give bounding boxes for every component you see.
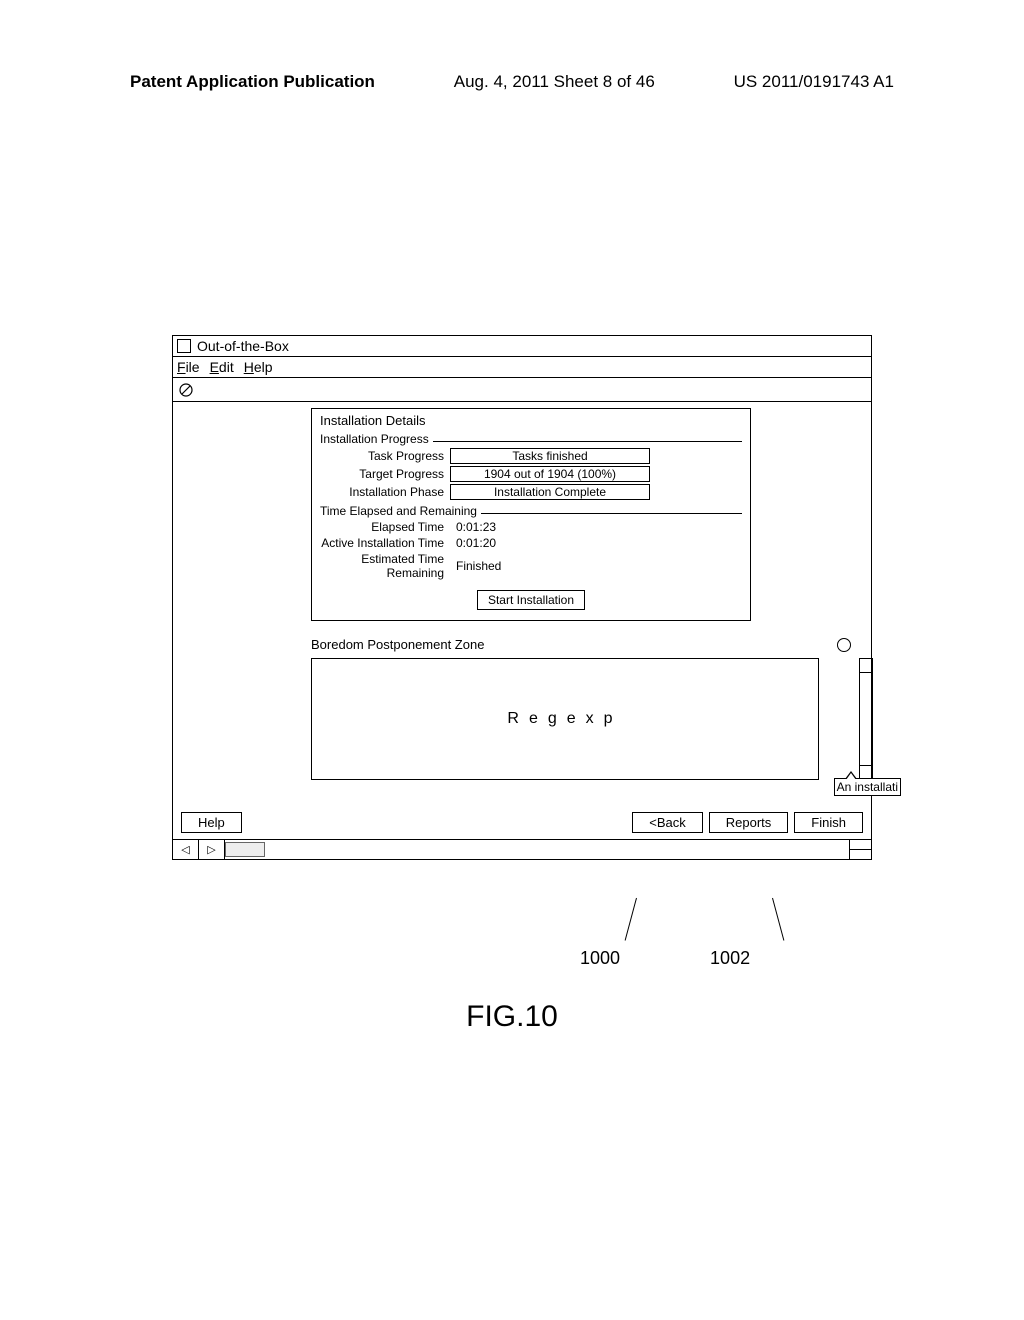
scroll-track[interactable] bbox=[860, 673, 872, 765]
boredom-header-label: Boredom Postponement Zone bbox=[311, 637, 484, 652]
status-bar: ◁ ▷ bbox=[173, 839, 871, 859]
menu-edit[interactable]: Edit bbox=[210, 359, 234, 375]
menu-file[interactable]: File bbox=[177, 359, 200, 375]
status-prev-button[interactable]: ◁ bbox=[173, 840, 199, 859]
target-progress-value: 1904 out of 1904 (100%) bbox=[450, 466, 650, 482]
content-area: Installation Details Installation Progre… bbox=[173, 402, 871, 788]
callout-1000: 1000 bbox=[580, 948, 620, 969]
status-corner-bot[interactable] bbox=[850, 850, 871, 859]
scroll-down-icon[interactable] bbox=[860, 765, 872, 779]
menu-help[interactable]: Help bbox=[244, 359, 273, 375]
window-title: Out-of-the-Box bbox=[197, 338, 289, 354]
task-progress-label: Task Progress bbox=[320, 449, 450, 463]
help-button[interactable]: Help bbox=[181, 812, 242, 833]
legend-line bbox=[433, 441, 742, 442]
panel-title: Installation Details bbox=[320, 413, 742, 428]
active-value: 0:01:20 bbox=[450, 536, 496, 550]
legend-line bbox=[481, 513, 742, 514]
status-scroll-thumb[interactable] bbox=[225, 842, 265, 857]
remaining-label: Estimated Time Remaining bbox=[320, 552, 450, 580]
phase-value: Installation Complete bbox=[450, 484, 650, 500]
status-next-button[interactable]: ▷ bbox=[199, 840, 225, 859]
tooltip: An installati bbox=[834, 778, 901, 796]
header-center: Aug. 4, 2011 Sheet 8 of 46 bbox=[454, 72, 655, 92]
page-header: Patent Application Publication Aug. 4, 2… bbox=[0, 72, 1024, 92]
task-progress-value: Tasks finished bbox=[450, 448, 650, 464]
boredom-content-text: Regexp bbox=[507, 710, 622, 728]
target-progress-label: Target Progress bbox=[320, 467, 450, 481]
phase-label: Installation Phase bbox=[320, 485, 450, 499]
boredom-circle-icon[interactable] bbox=[837, 638, 851, 652]
toolbar bbox=[173, 378, 871, 402]
boredom-section: Boredom Postponement Zone Regexp An inst… bbox=[311, 637, 851, 780]
boredom-scrollbar[interactable] bbox=[859, 658, 873, 780]
callouts: 1000 1002 bbox=[580, 948, 750, 969]
installation-details-panel: Installation Details Installation Progre… bbox=[311, 408, 751, 621]
start-installation-button[interactable]: Start Installation bbox=[477, 590, 585, 610]
window-icon[interactable] bbox=[177, 339, 191, 353]
status-corner bbox=[849, 840, 871, 859]
scroll-up-icon[interactable] bbox=[860, 659, 872, 673]
callout-line bbox=[625, 898, 637, 941]
reports-button[interactable]: Reports bbox=[709, 812, 789, 833]
figure-label: FIG.10 bbox=[0, 1000, 1024, 1034]
boredom-content-box: Regexp bbox=[311, 658, 819, 780]
elapsed-value: 0:01:23 bbox=[450, 520, 496, 534]
active-label: Active Installation Time bbox=[320, 536, 450, 550]
menu-bar: File Edit Help bbox=[173, 357, 871, 378]
time-fieldset: Time Elapsed and Remaining Elapsed Time … bbox=[320, 504, 742, 580]
elapsed-label: Elapsed Time bbox=[320, 520, 450, 534]
stop-icon[interactable] bbox=[179, 383, 193, 397]
progress-legend-label: Installation Progress bbox=[320, 432, 429, 446]
bottom-button-row: Help <Back Reports Finish bbox=[173, 788, 871, 839]
callout-line bbox=[772, 898, 784, 941]
time-legend-label: Time Elapsed and Remaining bbox=[320, 504, 477, 518]
application-window: Out-of-the-Box File Edit Help Installati… bbox=[172, 335, 872, 860]
progress-fieldset: Installation Progress Task Progress Task… bbox=[320, 432, 742, 500]
status-track[interactable] bbox=[225, 840, 849, 859]
back-button[interactable]: <Back bbox=[632, 812, 703, 833]
callout-1002: 1002 bbox=[710, 948, 750, 969]
status-corner-top[interactable] bbox=[850, 840, 871, 850]
remaining-value: Finished bbox=[450, 559, 501, 573]
header-right: US 2011/0191743 A1 bbox=[734, 72, 894, 92]
header-left: Patent Application Publication bbox=[130, 72, 375, 92]
title-bar: Out-of-the-Box bbox=[173, 336, 871, 357]
finish-button[interactable]: Finish bbox=[794, 812, 863, 833]
